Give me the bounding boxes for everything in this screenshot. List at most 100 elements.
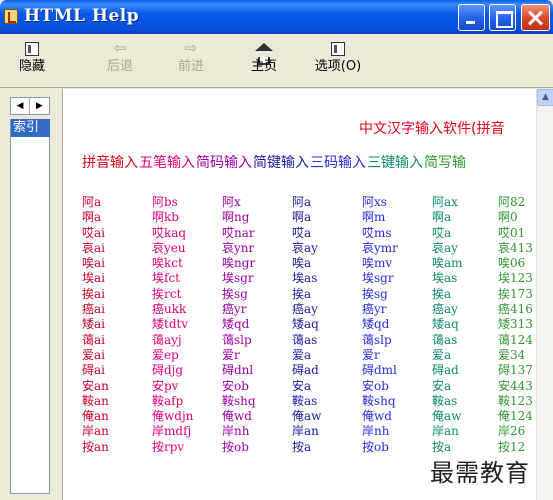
index-pane: 索引 [10,119,50,494]
code-entry: 岸nh [362,424,390,439]
code-entry: 唉ai [82,256,105,271]
options-label: 选项(O) [314,59,362,74]
code-entry: 哎a [432,225,452,240]
code-entry: 按an [82,439,109,454]
code-entry: 啊a [82,210,102,225]
code-entry: 鞍as [292,393,318,408]
code-entry: 岸an [292,424,319,439]
tab-scroll-right-icon[interactable]: ▶ [30,98,49,114]
code-entry: 哀ymr [362,240,398,255]
code-entry: 埃ai [82,271,105,286]
code-entry: 爱a [432,347,452,362]
code-entry: 哀ai [82,240,105,255]
back-label: 后退 [106,59,133,74]
code-entry: 唉kct [152,256,183,271]
code-entry: 啊ng [222,210,250,225]
code-entry: 俺wd [222,409,252,424]
code-entry: 挨ai [82,286,105,301]
code-entry: 碍ad [432,363,459,378]
code-entry: 埃sgr [222,271,254,286]
code-entry: 鞍shq [222,393,256,408]
hide-pane-icon [4,38,60,58]
code-entry: 鞍afp [152,393,184,408]
code-entry: 癌ay [292,302,318,317]
code-entry: 啊a [292,210,312,225]
back-arrow-icon: ⇦ [113,39,127,57]
code-entry: 碍djg [152,363,184,378]
code-entry: 矮tdtv [152,317,189,332]
code-entry: 按a [292,439,312,454]
code-entry: 挨rct [152,286,182,301]
code-entry: 癌yr [362,302,387,317]
code-entry: 碍ai [82,363,105,378]
method-jianxie: 简写输 [424,155,466,171]
page-heading: 中文汉字输入软件(拼音 [359,121,505,137]
code-column: 阿ax 啊a 哎a 哀ay 唉am 埃as 挨a 癌ay 矮aq 蔼as 爱a 碍ad 安a 鞍as 俺aw… [432,195,502,455]
code-entry: 爱r [362,347,380,362]
method-sanjian: 三键输入 [367,155,423,171]
home-button[interactable]: 主页 [236,38,292,84]
code-entry: 哎ai [82,225,105,240]
tab-scroll-left-icon[interactable]: ◀ [11,98,30,114]
code-entry: 矮qd [222,317,250,332]
code-entry: 唉ngr [222,256,256,271]
code-entry: 安an [82,378,109,393]
forward-button[interactable]: ⇨ 前进 [163,38,219,84]
input-methods-row: 拼音输入五笔输入简码输入简键输入三码输入三键输入简写输 [82,152,467,172]
method-wubi: 五笔输入 [139,155,195,171]
code-entry: 阿a [82,195,102,209]
code-entry: 埃fct [152,271,180,286]
tab-index[interactable]: 索引 [11,119,50,137]
code-entry: 岸nh [222,424,250,439]
code-entry: 按rpv [152,439,185,454]
method-pinyin: 拼音输入 [82,155,138,171]
code-entry: 按ob [362,439,389,454]
maximize-button[interactable] [489,4,516,31]
vertical-scrollbar[interactable]: ▲ [536,89,553,500]
scroll-up-icon[interactable]: ▲ [537,89,553,106]
code-entry: 碍dml [362,363,397,378]
code-entry: 阿ax [432,195,458,209]
title-bar[interactable]: HTML Help [0,0,553,34]
code-column: 阿x 啊ng 哎nar 哀ynr 唉ngr 埃sgr 挨sg 癌yr 矮qd 蔼slp 爱r 碍dnl… [222,195,292,455]
code-column: 阿bs 啊kb 哎kaq 哀yeu 唉kct 埃fct 挨rct 癌ukk 矮tdtv 蔼ayj 爱… [152,195,222,455]
code-entry: 矮aq [292,317,319,332]
code-column: 阿a 啊a 哎a 哀ay 唉a 埃as 挨a 癌ay 矮aq 蔼as 爱a 碍ad 安a 鞍as 俺aw 岸a… [292,195,362,455]
home-label: 主页 [250,59,277,74]
close-button[interactable] [521,4,550,31]
code-entry: 癌ukk [152,302,187,317]
hide-label: 隐藏 [18,59,45,74]
code-entry: 唉a [292,256,312,271]
code-entry: 俺aw [292,409,322,424]
code-entry: 岸an [432,424,459,439]
code-entry: 埃sgr [362,271,394,286]
code-entry: 鞍as [432,393,458,408]
code-entry: 啊kb [152,210,179,225]
code-entry: 蔼ai [82,332,105,347]
back-button[interactable]: ⇦ 后退 [92,38,148,84]
topic-content: 中文汉字输入软件(拼音 拼音输入五笔输入简码输入简键输入三码输入三键输入简写输 … [62,89,553,500]
code-entry: 鞍an [82,393,109,408]
code-entry: 蔼ayj [152,332,182,347]
minimize-button[interactable] [458,4,485,31]
code-entry: 安a [432,378,452,393]
code-entry: 俺aw [432,409,462,424]
code-entry: 安a [292,378,312,393]
code-entry: 唉am [432,256,463,271]
code-column: 阿xs 啊m 哎ms 哀ymr 唉mv 埃sgr 挨sg 癌yr 矮qd 蔼slp 爱r 碍dml 安o… [362,195,432,455]
code-entry: 哎kaq [152,225,187,240]
hide-button[interactable]: 隐藏 [4,38,60,84]
code-entry: 哀yeu [152,240,186,255]
code-entry: 哀ay [292,240,318,255]
method-jianjian: 简键输入 [253,155,309,171]
code-entry: 矮aq [432,317,459,332]
code-entry: 癌ay [432,302,458,317]
options-button[interactable]: 选项(O) [305,38,371,84]
code-entry: 阿xs [362,195,387,209]
method-sanma: 三码输入 [310,155,366,171]
code-entry: 俺wd [362,409,392,424]
code-entry: 哀ynr [222,240,255,255]
window-title: HTML Help [24,6,140,26]
code-entry: 岸an [82,424,109,439]
code-entry: 哎nar [222,225,255,240]
